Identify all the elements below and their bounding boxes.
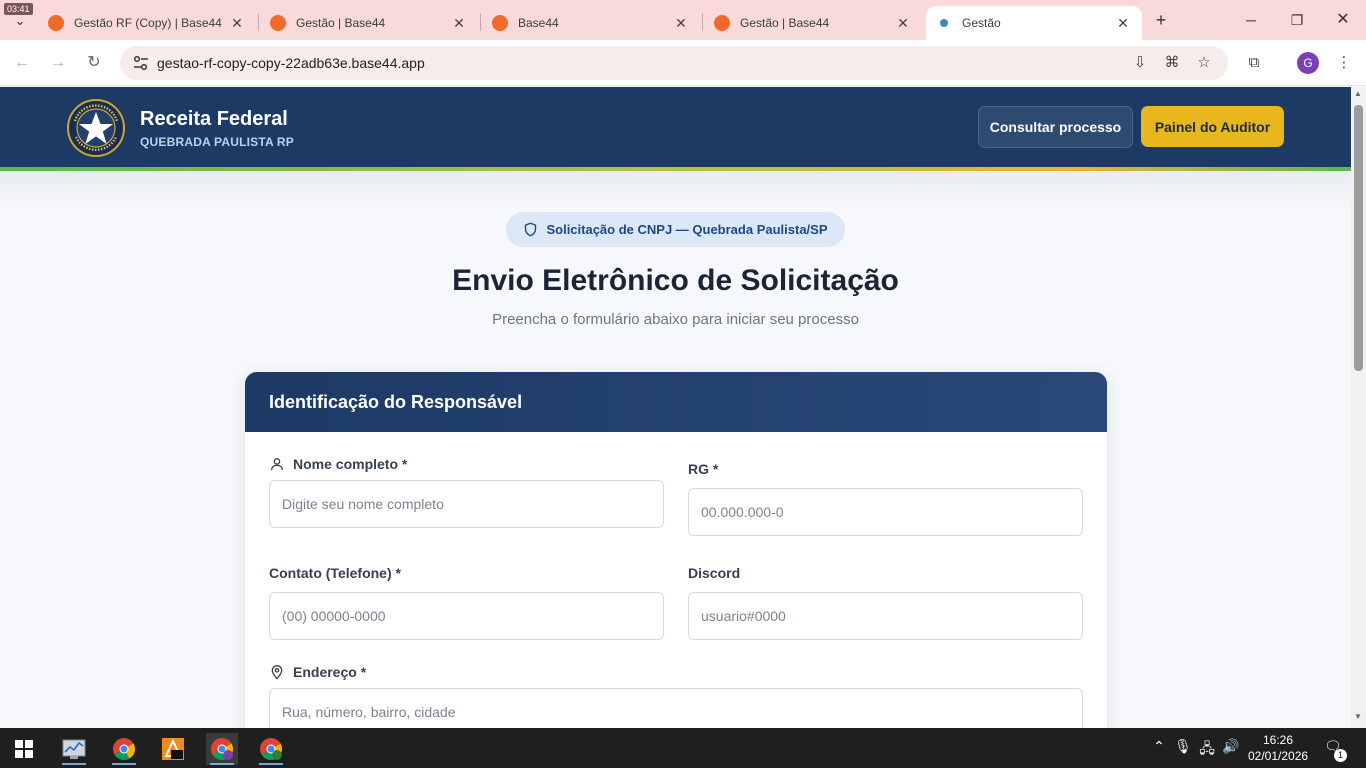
- chrome-profile-g-app-icon[interactable]: [206, 733, 238, 765]
- page-scrollbar[interactable]: ▲ ▼: [1351, 87, 1366, 728]
- card-header: Identificação do Responsável: [245, 372, 1107, 432]
- close-icon[interactable]: ✕: [450, 15, 468, 32]
- scrollbar-thumb[interactable]: [1354, 105, 1363, 371]
- discord-input[interactable]: [688, 592, 1083, 640]
- user-icon: [271, 458, 283, 471]
- tab-separator: [258, 13, 259, 31]
- system-clock[interactable]: 16:26 02/01/2026: [1248, 732, 1308, 764]
- close-icon[interactable]: ✕: [1114, 15, 1132, 32]
- page-viewport: Receita Federal QUEBRADA PAULISTA RP Con…: [0, 87, 1351, 728]
- browser-tab[interactable]: Gestão RF (Copy) | Base44 ✕: [38, 6, 256, 40]
- tab-label: Base44: [518, 16, 559, 30]
- endereco-label-text: Endereço *: [293, 664, 367, 680]
- page-subtitle: Preencha o formulário abaixo para inicia…: [492, 311, 859, 328]
- kebab-menu-icon[interactable]: ⋮: [1333, 52, 1355, 74]
- media-app-icon[interactable]: [157, 733, 189, 765]
- discord-label: Discord: [688, 565, 740, 581]
- address-bar[interactable]: gestao-rf-copy-copy-22adb63e.base44.app …: [120, 46, 1228, 80]
- new-tab-plus-icon[interactable]: +: [1150, 9, 1172, 31]
- overlay-time: 03:41: [4, 3, 33, 15]
- url-text: gestao-rf-copy-copy-22adb63e.base44.app: [157, 55, 425, 71]
- tab-separator: [702, 13, 703, 31]
- phone-input[interactable]: [269, 592, 664, 640]
- header-shadow: [0, 171, 1351, 211]
- rg-label: RG *: [688, 461, 718, 477]
- contato-label-text: Contato (Telefone) *: [269, 565, 401, 581]
- full-name-input[interactable]: [269, 480, 664, 528]
- close-icon[interactable]: ✕: [672, 15, 690, 32]
- chevron-up-icon[interactable]: ⌃: [1149, 738, 1169, 755]
- map-pin-icon: [271, 665, 283, 680]
- restore-icon[interactable]: ❐: [1282, 8, 1312, 32]
- browser-tab[interactable]: Gestão | Base44 ✕: [704, 6, 922, 40]
- endereco-label: Endereço *: [269, 664, 366, 680]
- scroll-up-icon[interactable]: ▲: [1354, 89, 1362, 98]
- brand-subtitle: QUEBRADA PAULISTA RP: [140, 135, 294, 149]
- tab-separator: [480, 13, 481, 31]
- receita-federal-seal-icon: [67, 99, 125, 157]
- auditor-panel-button[interactable]: Painel do Auditor: [1141, 106, 1284, 147]
- clock-time: 16:26: [1262, 733, 1294, 747]
- scroll-down-icon[interactable]: ▼: [1354, 712, 1362, 721]
- rg-label-text: RG *: [688, 461, 719, 477]
- microphone-icon[interactable]: 🎙: [1173, 738, 1193, 755]
- nome-label: Nome completo *: [269, 456, 407, 472]
- consult-process-button[interactable]: Consultar processo: [978, 106, 1133, 148]
- clock-date: 02/01/2026: [1248, 749, 1309, 763]
- site-settings-icon[interactable]: [132, 54, 150, 72]
- translate-icon[interactable]: ⌘: [1162, 53, 1182, 73]
- browser-tab-active[interactable]: Gestão ✕: [926, 6, 1142, 40]
- request-badge: Solicitação de CNPJ — Quebrada Paulista/…: [506, 212, 845, 247]
- close-icon[interactable]: ✕: [894, 15, 912, 32]
- address-input[interactable]: [269, 688, 1083, 728]
- tab-strip: ⌄ 03:41 Gestão RF (Copy) | Base44 ✕ Gest…: [0, 0, 1366, 40]
- tab-label: Gestão RF (Copy) | Base44: [74, 16, 222, 30]
- extensions-puzzle-icon[interactable]: ⧉: [1243, 52, 1265, 74]
- browser-tab[interactable]: Base44 ✕: [482, 6, 700, 40]
- brand-title: Receita Federal: [140, 108, 288, 130]
- bookmark-star-icon[interactable]: ☆: [1194, 53, 1214, 73]
- section-title: Identificação do Responsável: [269, 392, 523, 412]
- base44-favicon-icon: [48, 15, 64, 31]
- tab-label: Gestão: [962, 16, 1001, 30]
- site-favicon-icon: [936, 15, 952, 31]
- network-icon[interactable]: 🖧: [1197, 738, 1217, 762]
- notification-count: 1: [1334, 749, 1347, 762]
- base44-favicon-icon: [270, 15, 286, 31]
- task-manager-app-icon[interactable]: [58, 733, 90, 765]
- chrome-app-icon[interactable]: [108, 733, 140, 765]
- discord-label-text: Discord: [688, 565, 741, 581]
- chrome-profile-2-app-icon[interactable]: [255, 733, 287, 765]
- site-header: Receita Federal QUEBRADA PAULISTA RP Con…: [0, 87, 1351, 167]
- browser-tab[interactable]: Gestão | Base44 ✕: [260, 6, 478, 40]
- profile-avatar[interactable]: G: [1297, 52, 1319, 74]
- base44-favicon-icon: [714, 15, 730, 31]
- minimize-icon[interactable]: ─: [1236, 8, 1266, 32]
- badge-label: Solicitação de CNPJ — Quebrada Paulista/…: [546, 222, 828, 237]
- responsible-form-card: Identificação do Responsável Nome comple…: [245, 372, 1107, 728]
- page-title: Envio Eletrônico de Solicitação: [452, 264, 899, 297]
- rg-input[interactable]: [688, 488, 1083, 536]
- reload-icon[interactable]: ↻: [82, 52, 106, 74]
- nome-label-text: Nome completo *: [293, 456, 408, 472]
- tab-label: Gestão | Base44: [296, 16, 386, 30]
- tab-label: Gestão | Base44: [740, 16, 830, 30]
- windows-taskbar: ⌃ 🎙 🖧 🔊 16:26 02/01/2026 🗨 1: [0, 728, 1366, 768]
- install-app-icon[interactable]: ⇩: [1130, 53, 1150, 73]
- windows-start-icon[interactable]: [15, 740, 33, 758]
- close-icon[interactable]: ✕: [228, 15, 246, 32]
- window-close-icon[interactable]: ✕: [1328, 8, 1358, 32]
- contato-label: Contato (Telefone) *: [269, 565, 401, 581]
- forward-arrow-icon[interactable]: →: [46, 52, 70, 74]
- back-arrow-icon[interactable]: ←: [10, 52, 34, 74]
- base44-favicon-icon: [492, 15, 508, 31]
- shield-icon: [525, 222, 537, 237]
- volume-icon[interactable]: 🔊: [1221, 738, 1241, 755]
- browser-toolbar: ← → ↻ gestao-rf-copy-copy-22adb63e.base4…: [0, 40, 1366, 86]
